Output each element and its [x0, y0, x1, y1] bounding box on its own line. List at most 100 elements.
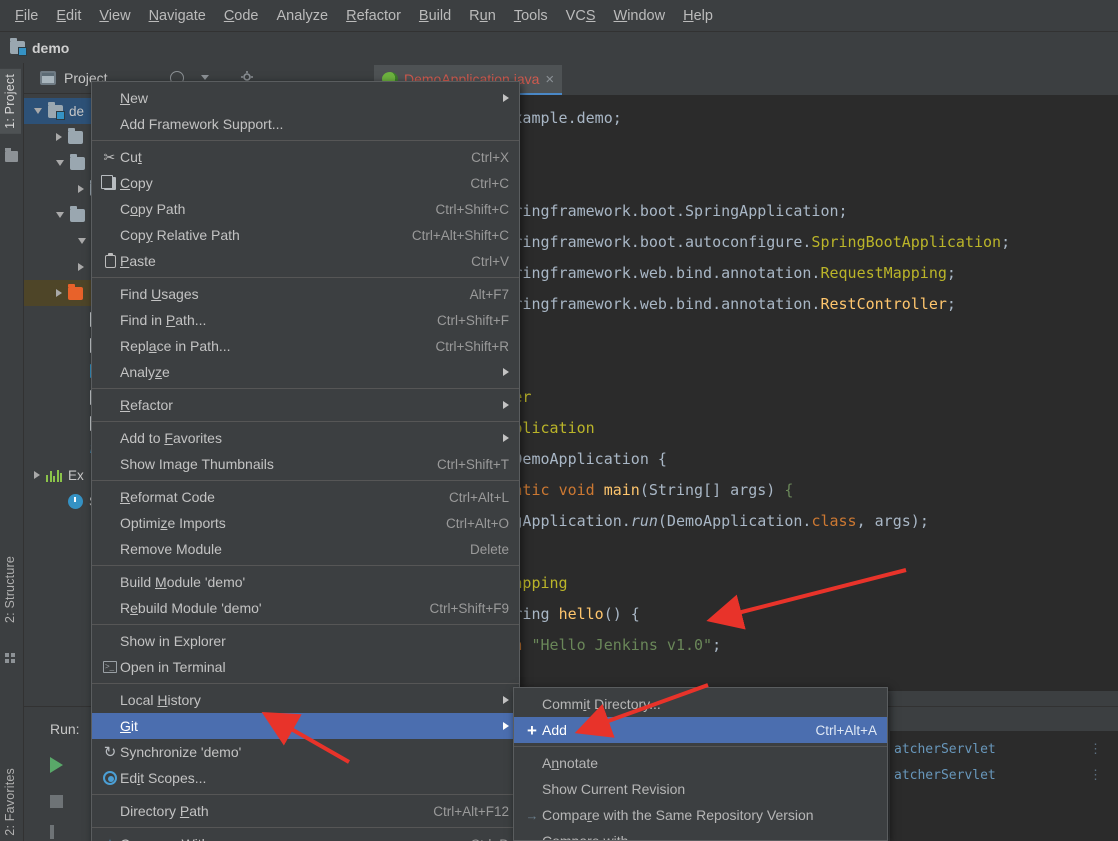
menu-item-compare-with[interactable]: ✦Compare With...Ctrl+D — [92, 831, 519, 841]
menu-item-add[interactable]: +AddCtrl+Alt+A — [514, 717, 887, 743]
menu-vcs[interactable]: VCS — [557, 4, 605, 28]
menu-item-remove-module[interactable]: Remove ModuleDelete — [92, 536, 519, 562]
module-folder-icon — [48, 105, 63, 118]
menu-item-compare-with[interactable]: Compare with... — [514, 828, 887, 841]
git-submenu[interactable]: Commit Directory...+AddCtrl+Alt+A Annotat… — [513, 687, 888, 841]
menu-item-directory-path[interactable]: Directory PathCtrl+Alt+F12 — [92, 798, 519, 824]
menu-item-open-in-terminal[interactable]: >_Open in Terminal — [92, 654, 519, 680]
chevron-right-icon[interactable] — [34, 471, 40, 479]
chevron-right-icon[interactable] — [78, 185, 84, 193]
console-line-menu-icon[interactable]: ⋮ — [1089, 737, 1118, 763]
menu-build[interactable]: Build — [410, 4, 460, 28]
menu-window[interactable]: Window — [605, 4, 675, 28]
tool-tab-project-label: 1: Project — [3, 74, 17, 129]
menu-item-find-usages[interactable]: Find UsagesAlt+F7 — [92, 281, 519, 307]
menu-item-local-history[interactable]: Local History — [92, 687, 519, 713]
menu-item-optimize-imports[interactable]: Optimize Imports Ctrl+Alt+O — [92, 510, 519, 536]
chevron-right-icon[interactable] — [56, 289, 62, 297]
menu-item-label: Local History — [120, 692, 491, 708]
chevron-down-icon[interactable] — [56, 160, 64, 166]
project-name-label: demo — [32, 40, 69, 56]
code-token: SpringBootApplication — [811, 233, 1001, 251]
chevron-down-icon[interactable] — [78, 238, 86, 244]
code-token: ; — [839, 202, 848, 220]
menu-navigate[interactable]: Navigate — [140, 4, 215, 28]
menu-item-edit-scopes[interactable]: Edit Scopes... — [92, 765, 519, 791]
menu-item-show-current-revision[interactable]: Show Current Revision — [514, 776, 887, 802]
menu-refactor[interactable]: Refactor — [337, 4, 410, 28]
menu-item-synchronize-demo[interactable]: ↻Synchronize 'demo' — [92, 739, 519, 765]
menu-item-label: Show Image Thumbnails — [120, 456, 421, 472]
menu-item-copy-relative-path[interactable]: Copy Relative PathCtrl+Alt+Shift+C — [92, 222, 519, 248]
tool-tab-structure-label: 2: Structure — [3, 556, 17, 623]
menu-label: Navigate — [149, 8, 206, 24]
menu-item-add-to-favorites[interactable]: Add to Favorites — [92, 425, 519, 451]
menu-item-shortcut: Ctrl+Shift+F9 — [429, 601, 509, 616]
menu-analyze[interactable]: Analyze — [268, 4, 338, 28]
code-token: { — [658, 450, 667, 468]
menu-item-replace-in-path[interactable]: Replace in Path...Ctrl+Shift+R — [92, 333, 519, 359]
menu-item-shortcut: Ctrl+Alt+O — [446, 516, 509, 531]
menu-item-annotate[interactable]: Annotate — [514, 750, 887, 776]
console-line: ⋮atcherServlet — [890, 737, 1118, 763]
menu-item-cut[interactable]: ✂CutCtrl+X — [92, 144, 519, 170]
chevron-right-icon[interactable] — [78, 263, 84, 271]
menu-item-shortcut: Delete — [470, 542, 509, 557]
run-button[interactable] — [50, 757, 63, 773]
menu-separator — [92, 683, 519, 684]
folder-icon — [70, 157, 85, 170]
menu-item-refactor[interactable]: Refactor — [92, 392, 519, 418]
menu-item-label: Show Current Revision — [542, 781, 877, 797]
menu-code[interactable]: Code — [215, 4, 268, 28]
menu-item-shortcut: Ctrl+Shift+F — [437, 313, 509, 328]
menu-item-copy[interactable]: CopyCtrl+C — [92, 170, 519, 196]
code-token: (String[] args) — [640, 481, 785, 499]
menu-item-commit-directory[interactable]: Commit Directory... — [514, 691, 887, 717]
menu-item-show-image-thumbnails[interactable]: Show Image ThumbnailsCtrl+Shift+T — [92, 451, 519, 477]
tool-tab-favorites-label: 2: Favorites — [3, 768, 17, 836]
stop-button[interactable] — [50, 795, 63, 808]
menu-file[interactable]: File — [6, 4, 47, 28]
structure-grid-icon — [5, 653, 17, 663]
menu-help[interactable]: Help — [674, 4, 722, 28]
menu-item-compare-with-the-same-repository-version[interactable]: →Compare with the Same Repository Versio… — [514, 802, 887, 828]
menu-view[interactable]: View — [90, 4, 139, 28]
menu-edit[interactable]: Edit — [47, 4, 90, 28]
menu-item-label: Find in Path... — [120, 312, 421, 328]
menu-item-shortcut: Ctrl+Alt+Shift+C — [412, 228, 509, 243]
tool-tab-project[interactable]: 1: Project — [0, 69, 21, 134]
tool-tab-favorites[interactable]: 2: Favorites — [0, 763, 21, 841]
main-menu-bar: FileEditView Navigate CodeAnalyzeRefactorB… — [0, 0, 1118, 32]
menu-item-analyze[interactable]: Analyze — [92, 359, 519, 385]
menu-item-rebuild-module-demo[interactable]: Rebuild Module 'demo'Ctrl+Shift+F9 — [92, 595, 519, 621]
menu-run[interactable]: Run — [460, 4, 505, 28]
console-line-menu-icon[interactable]: ⋮ — [1089, 763, 1118, 789]
menu-item-label: Optimize Imports — [120, 515, 430, 531]
menu-item-shortcut: Alt+F7 — [470, 287, 509, 302]
menu-item-show-in-explorer[interactable]: Show in Explorer — [92, 628, 519, 654]
scissors-icon-wrap: ✂ — [100, 151, 120, 164]
tool-tab-structure[interactable]: 2: Structure — [0, 551, 21, 628]
menu-item-paste[interactable]: PasteCtrl+V — [92, 248, 519, 274]
compare-repo-icon: → — [526, 809, 539, 822]
menu-item-new[interactable]: New — [92, 85, 519, 111]
project-context-menu[interactable]: NewAdd Framework Support...✂CutCtrl+XCop… — [91, 81, 520, 841]
chevron-right-icon[interactable] — [56, 133, 62, 141]
scope-target-icon-wrap — [100, 771, 120, 785]
menu-item-find-in-path[interactable]: Find in Path... Ctrl+Shift+F — [92, 307, 519, 333]
menu-item-git[interactable]: Git — [92, 713, 519, 739]
menu-item-shortcut: Ctrl+X — [471, 150, 509, 165]
menu-tools[interactable]: Tools — [505, 4, 557, 28]
menu-item-add-framework-support[interactable]: Add Framework Support... — [92, 111, 519, 137]
menu-label: Tools — [514, 8, 548, 24]
menu-item-reformat-code[interactable]: Reformat CodeCtrl+Alt+L — [92, 484, 519, 510]
pause-button[interactable] — [50, 825, 62, 839]
tree-row-label: de — [69, 104, 84, 119]
menu-item-build-module-demo[interactable]: Build Module 'demo' — [92, 569, 519, 595]
menu-item-label: Add Framework Support... — [120, 116, 509, 132]
close-icon[interactable]: × — [545, 71, 554, 88]
menu-item-copy-path[interactable]: Copy PathCtrl+Shift+C — [92, 196, 519, 222]
chevron-down-icon[interactable] — [34, 108, 42, 114]
chevron-down-icon[interactable] — [56, 212, 64, 218]
menu-item-shortcut: Ctrl+Shift+R — [435, 339, 509, 354]
